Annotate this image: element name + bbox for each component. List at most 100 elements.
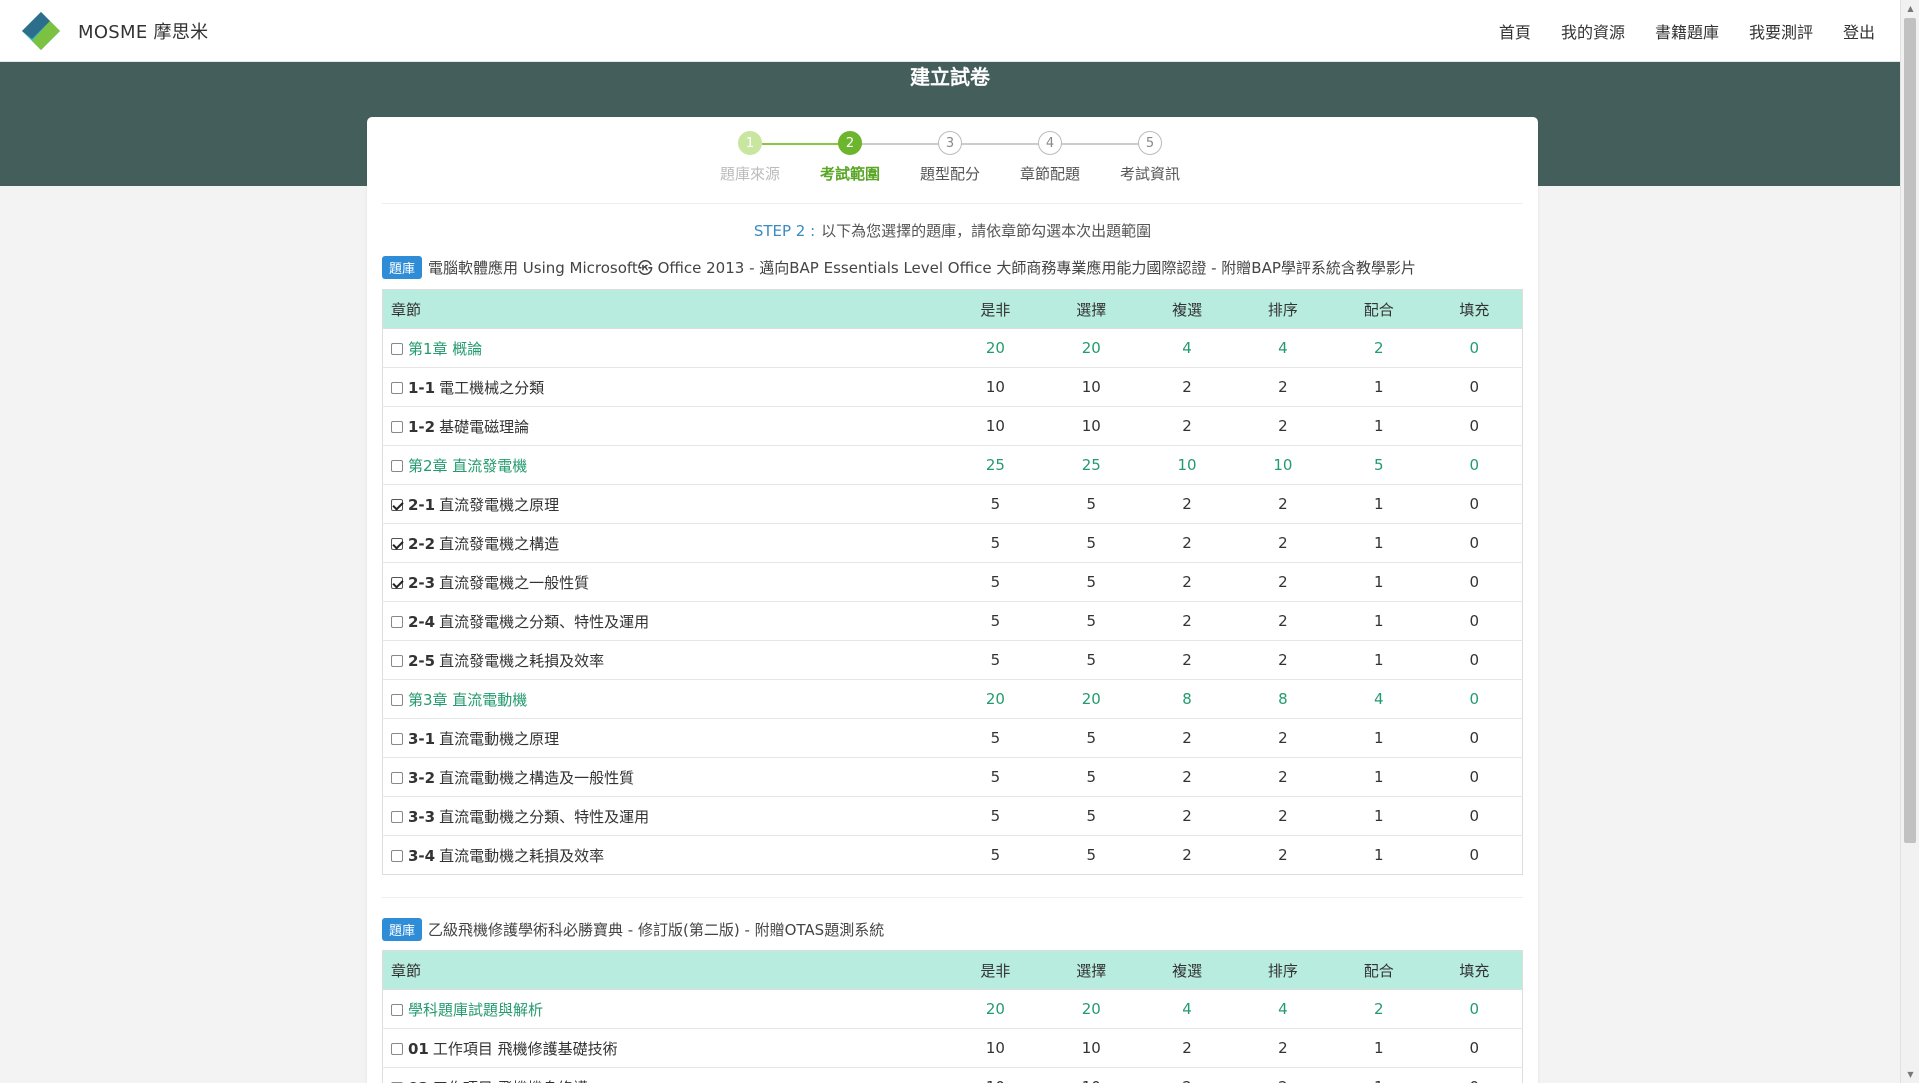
count-cell: 2	[1234, 484, 1331, 524]
count-cell: 5	[947, 835, 1044, 875]
step-4: 4 章節配題	[1000, 129, 1100, 184]
chapter-row: 第2章 直流發電機 25 25 10 10 5 0	[382, 445, 1523, 485]
step-label: 題庫來源	[719, 165, 780, 183]
mosme-logo-icon	[20, 10, 62, 52]
count-cell: 1	[1330, 562, 1427, 602]
row-name-cell: 2-3 直流發電機之一般性質	[382, 562, 948, 602]
count-cell: 1	[1330, 484, 1427, 524]
count-cell: 2	[1330, 328, 1427, 368]
count-cell: 10	[947, 367, 1044, 407]
section-row: 02工作項目 飛機機身修護10102210	[382, 1067, 1523, 1083]
section-name: 直流發電機之分類、特性及運用	[439, 612, 650, 631]
row-name-cell: 3-2 直流電動機之構造及一般性質	[382, 757, 948, 797]
row-checkbox[interactable]	[391, 771, 403, 784]
col-header: 是非	[947, 950, 1044, 990]
count-cell: 2	[1330, 989, 1427, 1029]
col-header: 章節	[382, 950, 948, 990]
section-number: 3-4	[408, 846, 436, 865]
brand[interactable]: MOSME 摩思米	[20, 10, 208, 52]
scroll-down-icon[interactable]: ▼	[1901, 1066, 1919, 1083]
row-checkbox[interactable]	[391, 1042, 403, 1055]
scroll-thumb[interactable]	[1904, 18, 1916, 843]
count-cell: 5	[947, 718, 1044, 758]
count-cell: 0	[1426, 406, 1523, 446]
count-cell: 1	[1330, 367, 1427, 407]
count-cell: 2	[1139, 1067, 1235, 1083]
section-row: 2-5 直流發電機之耗損及效率 5 5 2 2 1 0	[382, 640, 1523, 680]
row-checkbox[interactable]	[391, 810, 403, 823]
main-card: 1 題庫來源 2 考試範圍 3 題型配分 4 章節配題 5 考試資訊 STEP …	[367, 117, 1538, 1083]
nav-home[interactable]: 首頁	[1499, 19, 1531, 43]
nav-book-bank[interactable]: 書籍題庫	[1655, 19, 1719, 43]
section-number: 2-4	[408, 612, 436, 631]
section-name: 直流發電機之構造	[439, 534, 560, 553]
count-cell: 5	[1043, 562, 1140, 602]
count-cell: 2	[1234, 406, 1331, 446]
count-cell: 2	[1234, 1067, 1331, 1083]
row-name-cell: 學科題庫試題與解析	[382, 989, 948, 1029]
count-cell: 4	[1139, 989, 1235, 1029]
row-checkbox[interactable]	[391, 1003, 403, 1016]
nav-assessment[interactable]: 我要測評	[1749, 19, 1813, 43]
count-cell: 10	[1139, 445, 1235, 485]
count-cell: 2	[1139, 718, 1235, 758]
count-cell: 2	[1139, 406, 1235, 446]
count-cell: 2	[1234, 1028, 1331, 1068]
section-number: 2-1	[408, 495, 436, 514]
nav-logout[interactable]: 登出	[1843, 19, 1875, 43]
divider	[382, 897, 1523, 898]
count-cell: 2	[1139, 484, 1235, 524]
chapter-link[interactable]: 第2章 直流發電機	[408, 457, 527, 475]
row-checkbox[interactable]	[391, 537, 403, 550]
step-circle: 5	[1138, 131, 1162, 155]
chapter-link[interactable]: 學科題庫試題與解析	[408, 1001, 543, 1019]
row-name-cell: 2-2 直流發電機之構造	[382, 523, 948, 563]
section-name: 工作項目 飛機修護基礎技術	[432, 1039, 618, 1058]
section-name: 直流發電機之耗損及效率	[439, 651, 605, 670]
bank-badge: 題庫	[382, 917, 423, 941]
section-number: 2-5	[408, 651, 436, 670]
count-cell: 0	[1426, 757, 1523, 797]
row-checkbox[interactable]	[391, 732, 403, 745]
section-row: 2-3 直流發電機之一般性質 5 5 2 2 1 0	[382, 562, 1523, 602]
row-checkbox[interactable]	[391, 459, 403, 472]
section-row: 1-1 電工機械之分類 10 10 2 2 1 0	[382, 367, 1523, 407]
count-cell: 5	[947, 640, 1044, 680]
count-cell: 5	[947, 562, 1044, 602]
col-header: 排序	[1234, 950, 1331, 990]
vertical-scrollbar[interactable]: ▲ ▼	[1900, 0, 1919, 1083]
step-circle: 4	[1038, 131, 1062, 155]
count-cell: 10	[947, 406, 1044, 446]
count-cell: 5	[947, 484, 1044, 524]
chapter-link[interactable]: 第3章 直流電動機	[408, 691, 527, 709]
count-cell: 2	[1139, 367, 1235, 407]
row-name-cell: 第3章 直流電動機	[382, 679, 948, 719]
row-name-cell: 2-1 直流發電機之原理	[382, 484, 948, 524]
row-checkbox[interactable]	[391, 420, 403, 433]
section-number: 3-3	[408, 807, 436, 826]
row-name-cell: 3-1 直流電動機之原理	[382, 718, 948, 758]
col-header: 配合	[1330, 289, 1427, 329]
row-checkbox[interactable]	[391, 615, 403, 628]
step-desc-label: STEP 2 :	[753, 222, 816, 240]
scroll-up-icon[interactable]: ▲	[1901, 0, 1919, 17]
section-number: 3-2	[408, 768, 436, 787]
row-checkbox[interactable]	[391, 693, 403, 706]
count-cell: 2	[1234, 718, 1331, 758]
row-checkbox[interactable]	[391, 576, 403, 589]
row-checkbox[interactable]	[391, 342, 403, 355]
nav-my-resources[interactable]: 我的資源	[1561, 19, 1625, 43]
count-cell: 0	[1426, 601, 1523, 641]
row-checkbox[interactable]	[391, 498, 403, 511]
section-name: 直流電動機之分類、特性及運用	[439, 807, 650, 826]
count-cell: 4	[1234, 328, 1331, 368]
col-header: 填充	[1426, 289, 1523, 329]
count-cell: 2	[1234, 640, 1331, 680]
row-name-cell: 1-2 基礎電磁理論	[382, 406, 948, 446]
count-cell: 0	[1426, 679, 1523, 719]
row-checkbox[interactable]	[391, 381, 403, 394]
row-checkbox[interactable]	[391, 849, 403, 862]
row-checkbox[interactable]	[391, 654, 403, 667]
step-3: 3 題型配分	[900, 129, 1000, 184]
chapter-link[interactable]: 第1章 概論	[408, 340, 482, 358]
